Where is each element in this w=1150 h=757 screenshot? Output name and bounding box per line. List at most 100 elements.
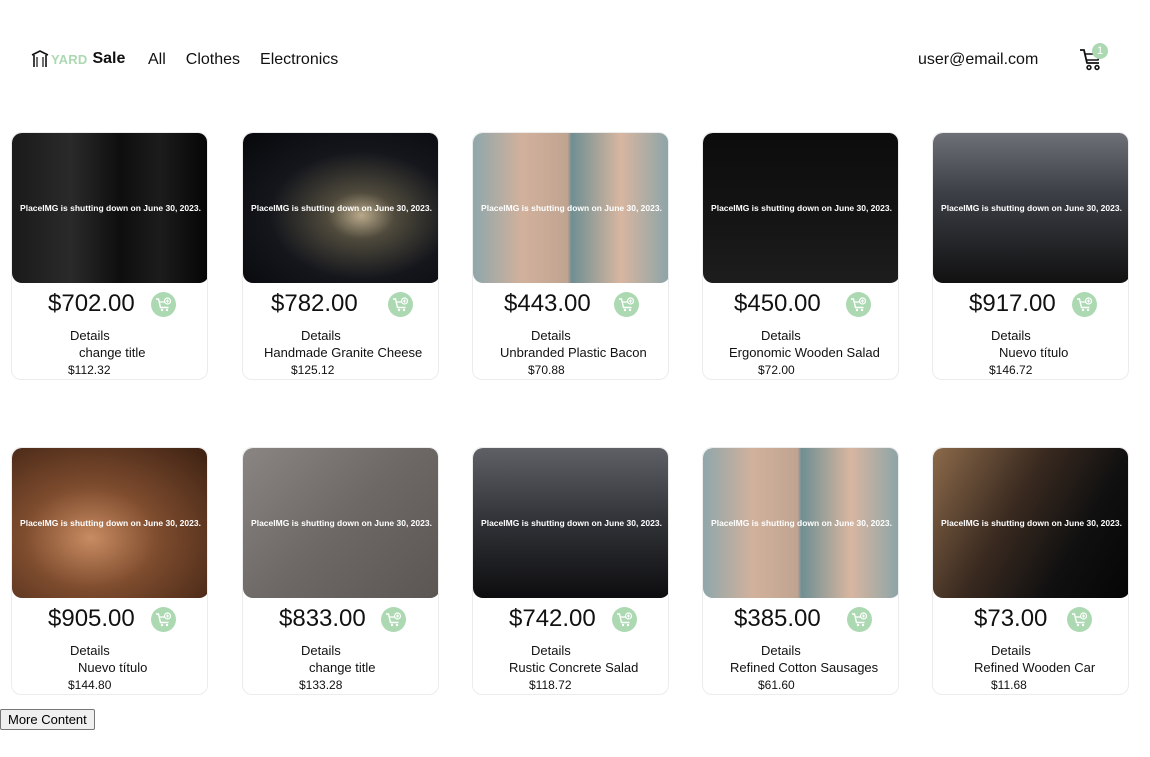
- product-title: Refined Wooden Car: [974, 660, 1096, 675]
- product-subprice: $118.72: [529, 678, 572, 692]
- yard-sale-logo-icon: [31, 50, 49, 68]
- product-details-link[interactable]: Details: [761, 328, 801, 343]
- product-image-text: PlaceIMG is shutting down on June 30, 20…: [941, 518, 1122, 528]
- add-to-cart-button[interactable]: [381, 607, 406, 632]
- add-to-cart-icon: [156, 297, 172, 312]
- product-subprice: $133.28: [299, 678, 343, 692]
- product-subprice: $125.12: [291, 363, 335, 377]
- add-to-cart-button[interactable]: [151, 607, 176, 632]
- product-details-link[interactable]: Details: [531, 328, 571, 343]
- product-title: change title: [79, 345, 146, 360]
- product-details-link[interactable]: Details: [991, 328, 1031, 343]
- product-image[interactable]: PlaceIMG is shutting down on June 30, 20…: [473, 448, 668, 598]
- add-to-cart-icon: [852, 612, 868, 627]
- product-title: Rustic Concrete Salad: [509, 660, 639, 675]
- add-to-cart-button[interactable]: [1067, 607, 1092, 632]
- product-image[interactable]: PlaceIMG is shutting down on June 30, 20…: [933, 448, 1128, 598]
- product-title: Refined Cotton Sausages: [730, 660, 879, 675]
- more-content-button[interactable]: More Content: [0, 709, 95, 730]
- product-price: $742.00: [509, 605, 596, 632]
- category-nav: All Clothes Electronics: [148, 51, 358, 69]
- add-to-cart-icon: [1072, 612, 1088, 627]
- product-details-link[interactable]: Details: [70, 643, 110, 658]
- product-image[interactable]: PlaceIMG is shutting down on June 30, 20…: [12, 448, 207, 598]
- product-card[interactable]: PlaceIMG is shutting down on June 30, 20…: [702, 132, 899, 380]
- logo-yard-text: YARD: [51, 52, 88, 67]
- nav-link-all[interactable]: All: [148, 51, 166, 69]
- logo-sale-text: Sale: [92, 50, 126, 67]
- add-to-cart-icon: [156, 612, 172, 627]
- product-image-text: PlaceIMG is shutting down on June 30, 20…: [20, 518, 201, 528]
- logo[interactable]: YARD Sale: [31, 48, 125, 70]
- product-image-text: PlaceIMG is shutting down on June 30, 20…: [941, 203, 1122, 213]
- product-title: Ergonomic Wooden Salad: [729, 345, 880, 360]
- product-card[interactable]: PlaceIMG is shutting down on June 30, 20…: [932, 132, 1129, 380]
- add-to-cart-button[interactable]: [151, 292, 176, 317]
- product-image-text: PlaceIMG is shutting down on June 30, 20…: [251, 518, 432, 528]
- product-card[interactable]: PlaceIMG is shutting down on June 30, 20…: [472, 447, 669, 695]
- product-image[interactable]: PlaceIMG is shutting down on June 30, 20…: [473, 133, 668, 283]
- user-email[interactable]: user@email.com: [918, 51, 1038, 69]
- cart-button[interactable]: 1: [1079, 43, 1108, 74]
- product-card[interactable]: PlaceIMG is shutting down on June 30, 20…: [242, 132, 439, 380]
- product-price: $905.00: [48, 605, 135, 632]
- product-details-link[interactable]: Details: [761, 643, 801, 658]
- product-image-text: PlaceIMG is shutting down on June 30, 20…: [711, 203, 892, 213]
- add-to-cart-icon: [851, 297, 867, 312]
- add-to-cart-button[interactable]: [847, 607, 872, 632]
- product-title: Nuevo título: [78, 660, 148, 675]
- product-price: $450.00: [734, 290, 821, 317]
- product-subprice: $70.88: [528, 363, 565, 377]
- add-to-cart-button[interactable]: [614, 292, 639, 317]
- product-image[interactable]: PlaceIMG is shutting down on June 30, 20…: [703, 133, 898, 283]
- product-price: $443.00: [504, 290, 591, 317]
- add-to-cart-button[interactable]: [612, 607, 637, 632]
- product-subprice: $144.80: [68, 678, 112, 692]
- product-subprice: $11.68: [991, 678, 1027, 692]
- add-to-cart-icon: [617, 612, 633, 627]
- product-price: $782.00: [271, 290, 358, 317]
- nav-link-clothes[interactable]: Clothes: [186, 51, 240, 69]
- add-to-cart-icon: [386, 612, 402, 627]
- add-to-cart-button[interactable]: [388, 292, 413, 317]
- product-card[interactable]: PlaceIMG is shutting down on June 30, 20…: [472, 132, 669, 380]
- product-card[interactable]: PlaceIMG is shutting down on June 30, 20…: [11, 447, 208, 695]
- product-image-text: PlaceIMG is shutting down on June 30, 20…: [481, 203, 662, 213]
- add-to-cart-button[interactable]: [1072, 292, 1097, 317]
- product-details-link[interactable]: Details: [70, 328, 110, 343]
- add-to-cart-icon: [619, 297, 635, 312]
- product-image[interactable]: PlaceIMG is shutting down on June 30, 20…: [243, 448, 438, 598]
- product-price: $702.00: [48, 290, 135, 317]
- header: YARD Sale All Clothes Electronics user@e…: [0, 0, 1150, 120]
- add-to-cart-icon: [1077, 297, 1093, 312]
- product-details-link[interactable]: Details: [531, 643, 571, 658]
- product-title: change title: [309, 660, 376, 675]
- product-image[interactable]: PlaceIMG is shutting down on June 30, 20…: [933, 133, 1128, 283]
- product-image[interactable]: PlaceIMG is shutting down on June 30, 20…: [703, 448, 898, 598]
- product-card[interactable]: PlaceIMG is shutting down on June 30, 20…: [932, 447, 1129, 695]
- product-details-link[interactable]: Details: [301, 328, 341, 343]
- nav-link-electronics[interactable]: Electronics: [260, 51, 338, 69]
- product-price: $385.00: [734, 605, 821, 632]
- product-image-text: PlaceIMG is shutting down on June 30, 20…: [711, 518, 892, 528]
- product-title: Handmade Granite Cheese: [264, 345, 423, 360]
- product-details-link[interactable]: Details: [301, 643, 341, 658]
- product-price: $917.00: [969, 290, 1056, 317]
- product-card[interactable]: PlaceIMG is shutting down on June 30, 20…: [702, 447, 899, 695]
- product-subprice: $112.32: [68, 363, 111, 377]
- product-subprice: $72.00: [758, 363, 795, 377]
- product-subprice: $61.60: [758, 678, 795, 692]
- product-image[interactable]: PlaceIMG is shutting down on June 30, 20…: [243, 133, 438, 283]
- product-card[interactable]: PlaceIMG is shutting down on June 30, 20…: [11, 132, 208, 380]
- product-details-link[interactable]: Details: [991, 643, 1031, 658]
- product-title: Nuevo título: [999, 345, 1069, 360]
- product-image-text: PlaceIMG is shutting down on June 30, 20…: [481, 518, 662, 528]
- add-to-cart-button[interactable]: [846, 292, 871, 317]
- product-card[interactable]: PlaceIMG is shutting down on June 30, 20…: [242, 447, 439, 695]
- product-image-text: PlaceIMG is shutting down on June 30, 20…: [251, 203, 432, 213]
- product-subprice: $146.72: [989, 363, 1033, 377]
- product-image[interactable]: PlaceIMG is shutting down on June 30, 20…: [12, 133, 207, 283]
- product-title: Unbranded Plastic Bacon: [500, 345, 647, 360]
- product-price: $73.00: [974, 605, 1048, 632]
- cart-count-badge: 1: [1092, 43, 1108, 59]
